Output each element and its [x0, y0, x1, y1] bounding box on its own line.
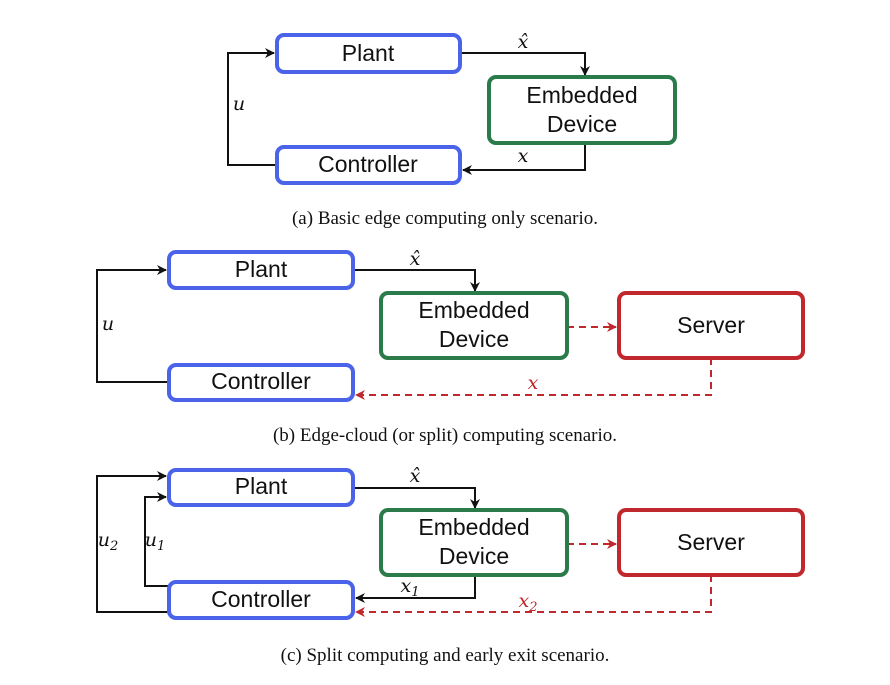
- plant-label: Plant: [235, 256, 288, 282]
- label-x1: x1: [401, 575, 420, 600]
- label-x2: x2: [519, 590, 538, 615]
- label-x: x: [528, 372, 539, 394]
- plant-label: Plant: [235, 473, 288, 499]
- caption-a: (a) Basic edge computing only scenario.: [292, 208, 598, 229]
- server-label: Server: [677, 529, 745, 555]
- diagram: Plant Embedded Device Controller x̂ x u …: [96, 31, 805, 666]
- label-x-hat: x̂: [410, 248, 421, 270]
- label-u: u: [233, 93, 245, 115]
- embedded-label-1: Embedded: [418, 297, 529, 323]
- arrow-x-hat: [460, 52, 590, 76]
- label-x-hat: x̂: [518, 31, 529, 53]
- embedded-label-1: Embedded: [526, 82, 637, 108]
- controller-label: Controller: [318, 151, 418, 177]
- caption-c: (c) Split computing and early exit scena…: [281, 645, 610, 666]
- label-x-hat: x̂: [410, 465, 421, 487]
- controller-label: Controller: [211, 368, 311, 394]
- embedded-label-2: Device: [439, 543, 509, 569]
- label-x: x: [518, 145, 529, 167]
- label-u2: u2: [98, 529, 119, 554]
- arrow-x-hat: [353, 269, 480, 292]
- embedded-label-2: Device: [439, 326, 509, 352]
- controller-label: Controller: [211, 586, 311, 612]
- panel-c: Plant Embedded Device Server Controller …: [96, 465, 805, 666]
- arrow-x-hat: [353, 487, 480, 509]
- label-u1: u1: [145, 529, 166, 554]
- label-u: u: [102, 313, 114, 335]
- plant-label: Plant: [342, 40, 395, 66]
- embedded-label-1: Embedded: [418, 514, 529, 540]
- server-label: Server: [677, 312, 745, 338]
- panel-b: Plant Embedded Device Server Controller …: [96, 248, 805, 446]
- panel-a: Plant Embedded Device Controller x̂ x u …: [227, 31, 677, 229]
- caption-b: (b) Edge-cloud (or split) computing scen…: [273, 425, 617, 446]
- embedded-label-2: Device: [547, 111, 617, 137]
